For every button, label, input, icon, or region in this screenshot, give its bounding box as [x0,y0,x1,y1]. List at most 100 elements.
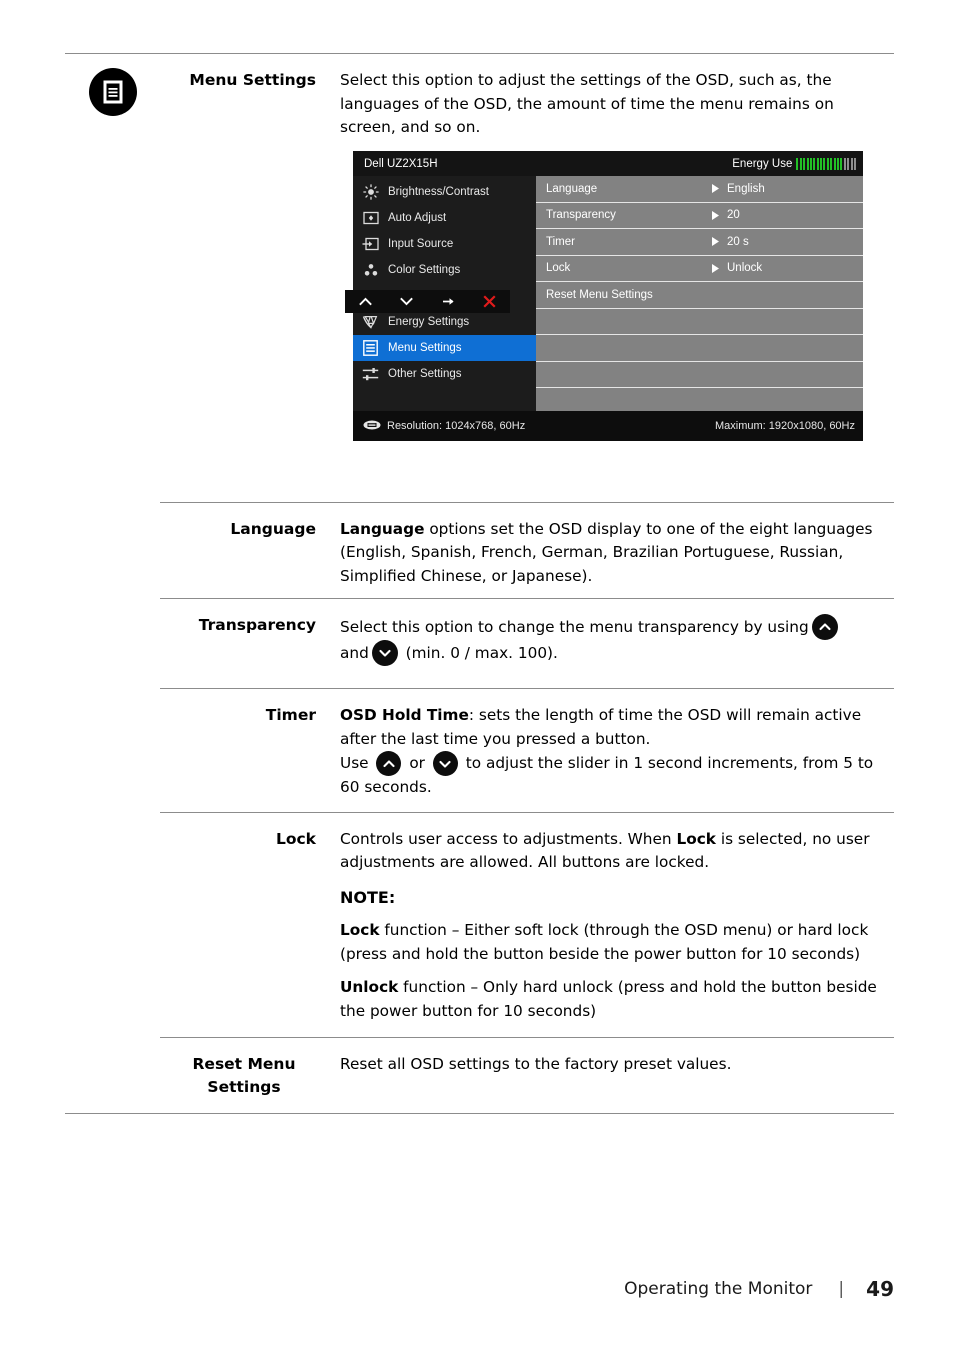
page-footer: Operating the Monitor | 49 [624,1277,894,1301]
table-bottom-rule [65,1112,894,1114]
lock-paragraph-3: Unlock function – Only hard unlock (pres… [340,976,888,1023]
menu-settings-icon [362,340,379,357]
transparency-line2a: and [340,644,369,662]
osd-menu-item-auto-adjust[interactable]: Auto Adjust [353,205,536,231]
osd-option-row-language[interactable]: Language English [536,176,863,203]
osd-option-row-empty-6 [536,335,863,362]
table-row: Transparency Select this option to chang… [65,599,894,688]
osd-header: Dell UZ2X15H Energy Use [353,151,863,176]
row-label-line1: Reset Menu [192,1055,296,1073]
emphasis-lock-fn: Lock [340,921,380,939]
table-row: Lock Controls user access to adjustments… [65,813,894,1038]
page-number: 49 [866,1277,894,1301]
down-arrow-icon[interactable] [432,751,458,776]
row-icon-cell [65,503,160,517]
osd-menu-item-label: Menu Settings [388,342,462,354]
row-label: Timer [265,706,316,724]
input-source-icon [362,236,379,253]
osd-option-name: Timer [546,235,575,248]
osd-menu-item-label: Brightness/Contrast [388,186,489,198]
osd-option-row-reset-menu-settings[interactable]: Reset Menu Settings [536,282,863,309]
row-icon-cell [65,813,160,827]
right-triangle-icon [711,263,727,274]
osd-option-row-timer[interactable]: Timer 20 s [536,229,863,256]
row-label: Menu Settings [189,71,316,89]
footer-separator: | [838,1279,845,1299]
row-body-text: Language options set the OSD display to … [340,518,888,589]
osd-menu-item-label: Other Settings [388,368,462,380]
lock-p2c: function – Either soft lock (through the… [340,921,869,963]
brightness-icon [362,184,379,201]
up-arrow-icon[interactable] [811,614,838,640]
row-icon-cell [65,689,160,703]
osd-option-panel: Language English Transparency 20 Timer 20 s Lo… [536,176,863,411]
osd-menu-item-label: Input Source [388,238,454,250]
osd-maximum-text: Maximum: 1920x1080, 60Hz [714,420,855,432]
osd-option-name: Reset Menu Settings [546,288,653,301]
row-body: Reset all OSD settings to the factory pr… [328,1038,894,1113]
lock-paragraph-2: Lock function – Either soft lock (throug… [340,919,888,966]
energy-use-label: Energy Use [732,157,793,170]
osd-option-row-empty-7 [536,362,863,388]
osd-nav-up-button[interactable] [351,296,381,307]
osd-option-name: Lock [546,262,571,275]
row-label: Transparency [198,616,316,634]
emphasis-lock: Lock [676,829,716,848]
lock-p3c: function – Only hard unlock (press and h… [340,978,877,1020]
energy-use-indicator: Energy Use [732,157,856,170]
osd-nav-enter-button[interactable] [433,296,463,307]
osd-option-value: English [727,182,765,195]
emphasis-osd-hold-time: OSD Hold Time [340,706,469,724]
osd-nav-down-button[interactable] [392,296,422,307]
row-label-line2: Settings [207,1078,281,1096]
osd-menu-item-color-settings[interactable]: Color Settings [353,257,536,283]
osd-option-value: Unlock [727,262,763,275]
note-heading: NOTE: [340,887,396,907]
osd-title: Dell UZ2X15H [364,157,438,170]
table-row: Timer OSD Hold Time: sets the length of … [65,689,894,812]
right-triangle-icon [711,236,727,247]
osd-menu-item-label: Auto Adjust [388,212,447,224]
osd-menu-item-input-source[interactable]: Input Source [353,231,536,257]
osd-menu-item-brightness-contrast[interactable]: Brightness/Contrast [353,179,536,205]
row-body: Language options set the OSD display to … [328,503,894,599]
lock-p1a: Controls user access to adjustments. Whe… [340,829,677,848]
up-arrow-icon[interactable] [376,751,402,776]
transparency-line1: Select this option to change the menu tr… [340,618,809,636]
osd-option-row-lock[interactable]: Lock Unlock [536,256,863,282]
color-settings-icon [362,262,379,279]
osd-menu-item-other-settings[interactable]: Other Settings [353,361,536,387]
osd-nav-bar [345,290,510,313]
osd-resolution-group: Resolution: 1024x768, 60Hz [363,420,525,433]
osd-option-value: 20 s [727,235,749,248]
emphasis-unlock-fn: Unlock [340,978,399,996]
osd-menu-item-label: Color Settings [388,264,461,276]
row-icon-cell [65,599,160,613]
row-icon-cell [65,1038,160,1052]
row-body-text: Select this option to change the menu tr… [340,614,888,640]
row-body-text-2: and (min. 0 / max. 100). [340,640,888,666]
row-label: Reset Menu Settings [160,1038,328,1099]
osd-menu-item-menu-settings[interactable]: Menu Settings [353,335,536,361]
row-label: Language [230,519,316,538]
menu-settings-icon [88,68,137,116]
osd-option-name: Transparency [546,209,616,222]
other-settings-icon [362,366,379,383]
down-arrow-icon[interactable] [371,640,398,666]
energy-settings-icon [362,314,379,331]
row-body: Select this option to change the menu tr… [328,599,894,688]
monitor-icon [363,420,381,433]
lock-paragraph-1: Controls user access to adjustments. Whe… [340,828,888,875]
row-body: OSD Hold Time: sets the length of time t… [328,689,894,812]
table-row: Reset Menu Settings Reset all OSD settin… [65,1038,894,1113]
osd-nav-close-button[interactable] [474,295,504,308]
timer-use: Use [340,754,369,772]
row-body-text: Select this option to adjust the setting… [340,71,834,136]
emphasis-language: Language [340,519,425,538]
osd-menu-item-label: Energy Settings [388,316,470,328]
row-icon-cell [65,54,160,116]
row-body: Controls user access to adjustments. Whe… [328,813,894,1038]
auto-adjust-icon [362,210,379,227]
row-label: Lock [275,829,316,848]
osd-option-row-transparency[interactable]: Transparency 20 [536,203,863,229]
